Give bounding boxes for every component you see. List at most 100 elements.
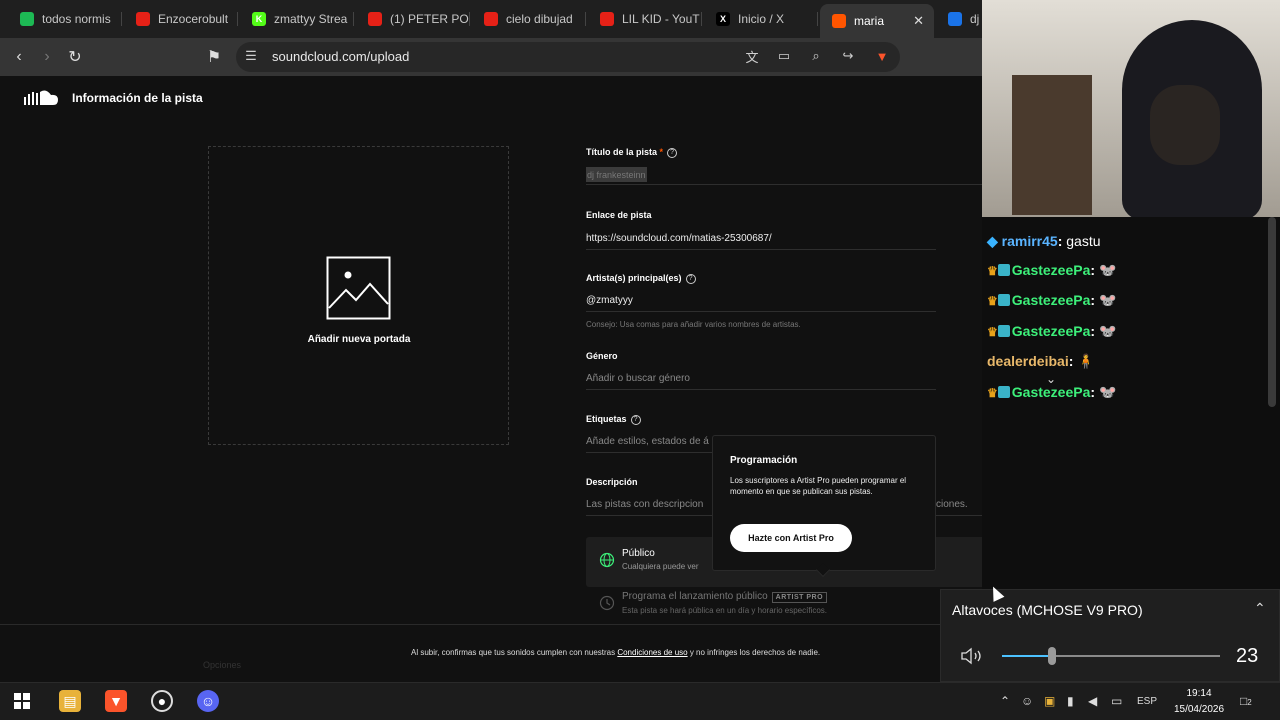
chevron-down-icon[interactable]: ⌄ bbox=[1046, 372, 1056, 386]
chat-username[interactable]: dealerdeibai bbox=[987, 353, 1069, 369]
browser-tab[interactable]: Kzmattyy Strea bbox=[240, 6, 354, 32]
favicon-icon bbox=[136, 12, 150, 26]
chat-username[interactable]: GastezeePa bbox=[1012, 323, 1091, 339]
forward-icon[interactable]: › bbox=[36, 46, 58, 68]
site-info-icon[interactable]: ☰ bbox=[241, 46, 261, 66]
tab-label: (1) PETER PO bbox=[390, 12, 469, 26]
volume-slider-thumb[interactable] bbox=[1048, 647, 1056, 665]
cast-icon[interactable]: ▭ bbox=[774, 46, 794, 66]
schedule-subtitle: Esta pista se hará pública en un día y h… bbox=[622, 606, 828, 615]
notifications-icon[interactable]: □2 bbox=[1240, 694, 1252, 708]
help-icon[interactable]: ? bbox=[630, 414, 641, 425]
webcam-shelf bbox=[1012, 75, 1092, 215]
artist-pro-button[interactable]: Hazte con Artist Pro bbox=[730, 524, 852, 552]
schedule-title[interactable]: Programa el lanzamiento público ARTIST PR… bbox=[622, 591, 828, 603]
add-cover-label[interactable]: Añadir nueva portada bbox=[300, 334, 418, 345]
translate-icon[interactable]: 文 bbox=[742, 46, 762, 66]
artist-label: Artista(s) principal(es)? bbox=[586, 273, 696, 284]
subscriber-badge-icon bbox=[997, 294, 1010, 306]
bookmark-icon[interactable]: ⚑ bbox=[203, 46, 225, 68]
speaker-icon[interactable] bbox=[960, 646, 986, 666]
chat-message: ♛ GastezeePa: 🐭 bbox=[987, 323, 1116, 340]
chat-message: ♛ GastezeePa: 🐭 bbox=[987, 384, 1116, 401]
language-indicator[interactable]: ESP bbox=[1137, 696, 1157, 707]
chat-text: 🐭 bbox=[1098, 262, 1117, 278]
tray-overflow-icon[interactable]: ⌃ bbox=[1000, 694, 1010, 708]
genre-label: Género bbox=[586, 351, 618, 361]
chat-message: ◆ ramirr45: gastu bbox=[987, 233, 1101, 250]
browser-tab[interactable]: todos normis bbox=[8, 6, 122, 32]
popover-title: Programación bbox=[730, 455, 798, 466]
chat-scrollbar[interactable] bbox=[1268, 217, 1276, 407]
chevron-up-icon[interactable]: ⌃ bbox=[1254, 600, 1266, 617]
clock[interactable]: 19:14 15/04/2026 bbox=[1170, 686, 1228, 718]
app-tray-icon[interactable]: ▣ bbox=[1044, 694, 1055, 708]
discord-icon[interactable]: ☺ bbox=[197, 690, 219, 712]
subscriber-badge-icon bbox=[997, 264, 1010, 276]
brave-browser-icon[interactable]: ▼ bbox=[105, 690, 127, 712]
browser-tab[interactable]: X Inicio / X bbox=[704, 6, 818, 32]
chat-username[interactable]: GastezeePa bbox=[1012, 384, 1091, 400]
close-tab-icon[interactable]: ✕ bbox=[913, 13, 924, 29]
chat-message: dealerdeibai: 🧍 bbox=[987, 353, 1095, 370]
browser-tab[interactable]: dj bbox=[936, 6, 982, 32]
favicon-icon: K bbox=[252, 12, 266, 26]
tab-separator bbox=[121, 12, 122, 26]
url-text[interactable]: soundcloud.com/upload bbox=[272, 49, 409, 64]
favicon-icon bbox=[20, 12, 34, 26]
reload-icon[interactable]: ↻ bbox=[64, 46, 86, 68]
browser-tab[interactable]: cielo dibujad bbox=[472, 6, 586, 32]
chat-username[interactable]: GastezeePa bbox=[1012, 262, 1091, 278]
footer-terms: Al subir, confirmas que tus sonidos cump… bbox=[411, 648, 821, 657]
tags-input[interactable]: Añade estilos, estados de á bbox=[586, 431, 712, 453]
back-icon[interactable]: ‹ bbox=[8, 46, 30, 68]
windows-start-icon[interactable] bbox=[14, 693, 30, 709]
microphone-icon[interactable]: ▮ bbox=[1067, 694, 1074, 708]
chat-separator: : bbox=[1090, 384, 1099, 400]
link-input[interactable]: https://soundcloud.com/matias-25300687/ bbox=[586, 228, 936, 250]
crown-badge-icon: ♛ bbox=[987, 325, 998, 339]
artist-pro-badge: ARTIST PRO bbox=[771, 592, 828, 603]
volume-tray-icon[interactable]: ◀ bbox=[1088, 694, 1097, 708]
soundcloud-logo-icon bbox=[24, 90, 58, 105]
tab-separator bbox=[585, 12, 586, 26]
discord-tray-icon[interactable]: ☺ bbox=[1021, 694, 1033, 708]
favicon-icon: X bbox=[716, 12, 730, 26]
zoom-icon[interactable]: ⌕ bbox=[806, 46, 826, 66]
popover-body: Los suscriptores a Artist Pro pueden pro… bbox=[730, 476, 907, 496]
tab-separator bbox=[469, 12, 470, 26]
chat-username[interactable]: GastezeePa bbox=[1012, 292, 1091, 308]
browser-tab[interactable]: Enzocerobult bbox=[124, 6, 238, 32]
artist-input[interactable]: @zmatyyy bbox=[586, 290, 936, 312]
chat-separator: : bbox=[1090, 262, 1099, 278]
chat-message: ♛ GastezeePa: 🐭 bbox=[987, 292, 1116, 309]
genre-input[interactable]: Añadir o buscar género bbox=[586, 368, 936, 390]
crown-badge-icon: ♛ bbox=[987, 386, 998, 400]
help-icon[interactable]: ? bbox=[667, 147, 678, 158]
clock-icon bbox=[599, 595, 615, 611]
chat-message: ♛ GastezeePa: 🐭 bbox=[987, 262, 1116, 279]
artist-hint: Consejo: Usa comas para añadir varios no… bbox=[586, 320, 801, 329]
browser-tab[interactable]: maria ✕ bbox=[820, 4, 934, 38]
share-icon[interactable]: ↪ bbox=[838, 46, 858, 66]
chat-text: gastu bbox=[1066, 233, 1101, 249]
chat-text: 🐭 bbox=[1098, 292, 1117, 308]
obs-icon[interactable]: ● bbox=[151, 690, 173, 712]
favicon-icon bbox=[368, 12, 382, 26]
audio-device-name[interactable]: Altavoces (MCHOSE V9 PRO) bbox=[952, 602, 1143, 618]
file-explorer-icon[interactable]: ▤ bbox=[59, 690, 81, 712]
browser-tab[interactable]: (1) PETER PO bbox=[356, 6, 470, 32]
network-icon[interactable]: ▭ bbox=[1111, 694, 1122, 708]
terms-link[interactable]: Condiciones de uso bbox=[617, 648, 687, 657]
title-label: Título de la pista *? bbox=[586, 147, 678, 158]
tab-label: LIL KID - YouT bbox=[622, 12, 700, 26]
cube-badge-icon: ◆ bbox=[987, 233, 1002, 249]
favicon-icon bbox=[484, 12, 498, 26]
brave-shield-icon[interactable]: ▼ bbox=[872, 46, 892, 66]
help-icon[interactable]: ? bbox=[685, 273, 696, 284]
crown-badge-icon: ♛ bbox=[987, 264, 998, 278]
tab-label: dj bbox=[970, 12, 980, 26]
chat-text: 🐭 bbox=[1098, 323, 1117, 339]
browser-tab[interactable]: LIL KID - YouT bbox=[588, 6, 702, 32]
chat-username[interactable]: ramirr45 bbox=[1002, 233, 1058, 249]
